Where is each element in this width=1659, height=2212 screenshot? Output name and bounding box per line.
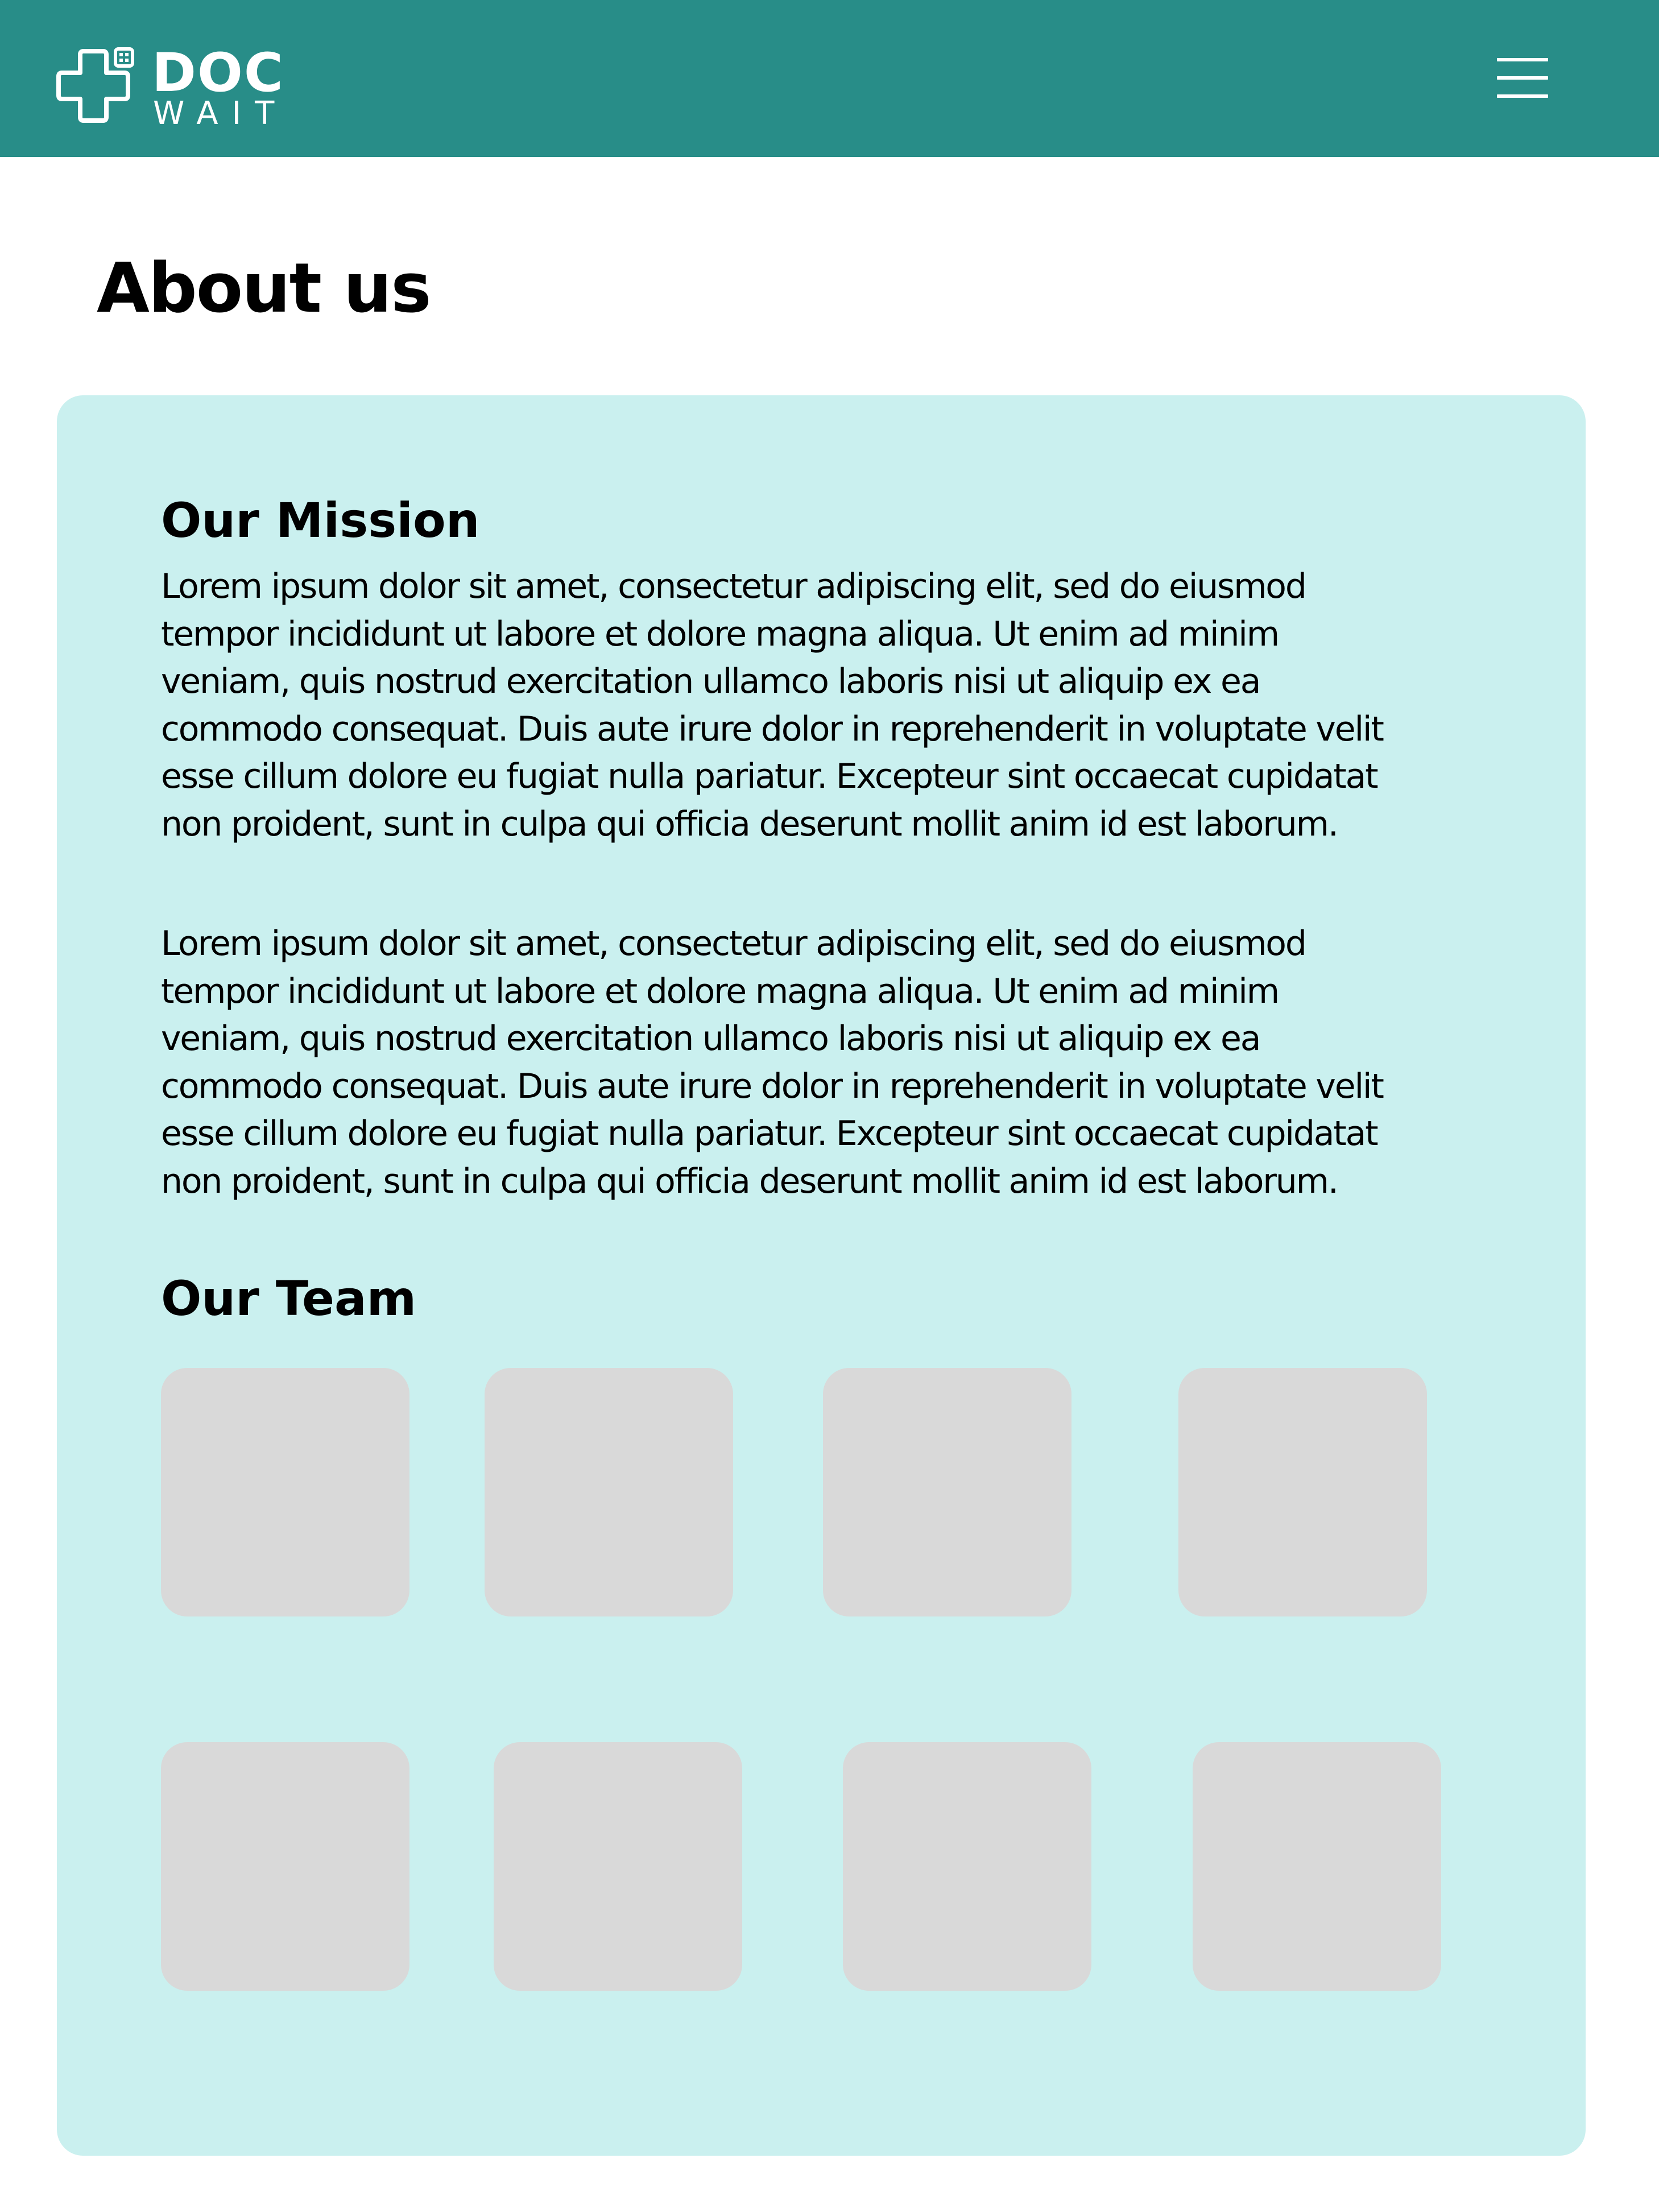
- hamburger-menu-icon: [1497, 58, 1548, 98]
- team-member-photo-placeholder: [823, 1368, 1071, 1616]
- logo-text-doc: DOC: [152, 42, 284, 104]
- team-member-photo-placeholder: [1193, 1742, 1441, 1991]
- menu-icon-line: [1497, 58, 1548, 61]
- team-member-photo-placeholder: [1178, 1368, 1427, 1616]
- team-member-photo-placeholder: [843, 1742, 1091, 1991]
- mission-heading: Our Mission: [161, 493, 480, 548]
- about-content-card: Our Mission Lorem ipsum dolor sit amet, …: [57, 395, 1586, 2156]
- team-heading: Our Team: [161, 1271, 417, 1326]
- team-member-photo-placeholder: [161, 1742, 409, 1991]
- team-member-photo-placeholder: [161, 1368, 409, 1616]
- page-title: About us: [97, 249, 432, 328]
- logo-text-wait: WAIT: [153, 95, 288, 132]
- docwait-logo[interactable]: DOC WAIT: [56, 46, 295, 131]
- mission-paragraph: Lorem ipsum dolor sit amet, consectetur …: [161, 924, 1384, 1201]
- menu-icon-line: [1497, 94, 1548, 98]
- mission-paragraph: Lorem ipsum dolor sit amet, consectetur …: [161, 567, 1384, 844]
- team-member-photo-placeholder: [494, 1742, 742, 1991]
- menu-icon-line: [1497, 76, 1548, 80]
- top-header: DOC WAIT: [0, 0, 1659, 157]
- menu-button[interactable]: [1489, 52, 1552, 104]
- medical-cross-logo-icon: [56, 47, 134, 123]
- team-member-photo-placeholder: [485, 1368, 733, 1616]
